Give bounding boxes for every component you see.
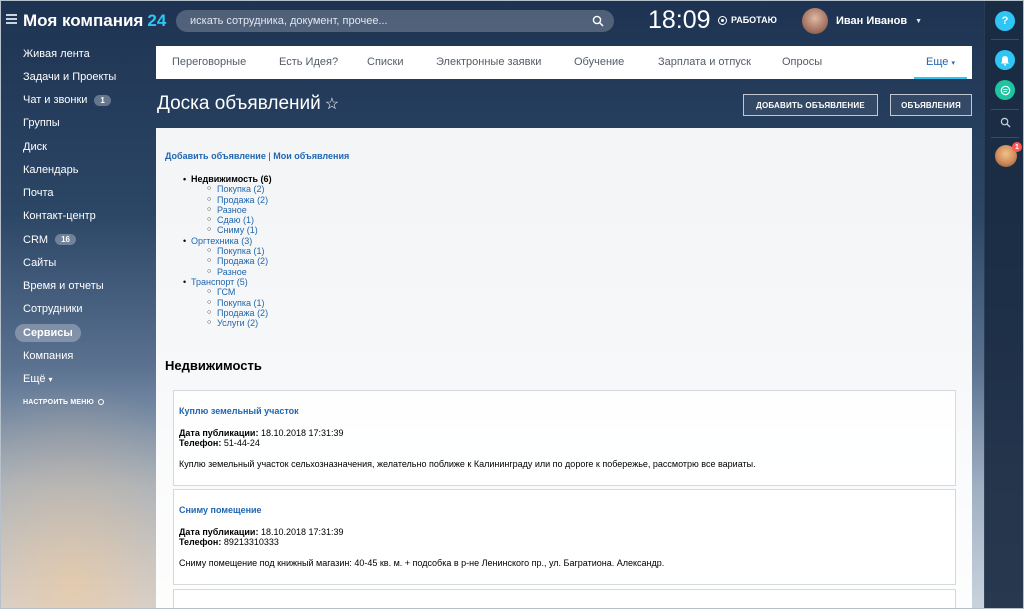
work-status[interactable]: РАБОТАЮ bbox=[718, 15, 777, 25]
chat-icon[interactable] bbox=[995, 80, 1015, 100]
ad-text: Куплю земельный участок сельхозназначени… bbox=[179, 459, 756, 469]
page-title: Доска объявлений ☆ bbox=[157, 93, 340, 114]
record-icon bbox=[718, 15, 727, 25]
link-separator: | bbox=[268, 151, 271, 161]
ad-date: Дата публикации: 18.10.2018 17:31:39 bbox=[179, 527, 344, 537]
ad-phone: Телефон: 89213310333 bbox=[179, 537, 279, 547]
ad-title-link[interactable]: Сниму помещение bbox=[179, 505, 262, 515]
subcategory-link[interactable]: Покупка (1) bbox=[191, 298, 272, 309]
contact-avatar[interactable]: 1 bbox=[995, 142, 1022, 167]
menu-item-groups[interactable]: Группы bbox=[0, 112, 150, 135]
top-nav: Переговорные Есть Идея? Списки Электронн… bbox=[156, 46, 972, 79]
avatar bbox=[802, 8, 828, 34]
subcategory-link[interactable]: Услуги (2) bbox=[191, 318, 272, 329]
menu-item-live-feed[interactable]: Живая лента bbox=[0, 42, 150, 65]
counter-badge: 16 bbox=[55, 234, 76, 246]
right-rail: ? 1 bbox=[984, 0, 1024, 609]
ad-card bbox=[173, 589, 956, 609]
subcategory-link[interactable]: Разное bbox=[191, 205, 272, 216]
ad-card: Сниму помещение Дата публикации: 18.10.2… bbox=[173, 489, 956, 585]
header: Моя компания24 18:09 РАБОТАЮ Иван Иванов… bbox=[0, 0, 984, 42]
help-icon[interactable]: ? bbox=[995, 11, 1015, 31]
tab-requests[interactable]: Электронные заявки bbox=[436, 56, 541, 68]
left-menu: Живая лента Задачи и Проекты Чат и звонк… bbox=[0, 42, 150, 406]
rail-divider bbox=[991, 109, 1019, 110]
category-tree: Недвижимость (6) Покупка (2) Продажа (2)… bbox=[191, 174, 272, 329]
menu-item-disk[interactable]: Диск bbox=[0, 135, 150, 158]
subcategory-link[interactable]: Сдаю (1) bbox=[191, 215, 272, 226]
chevron-down-icon: ▾ bbox=[48, 374, 53, 384]
company-name: Моя компания bbox=[23, 11, 144, 30]
menu-item-calendar[interactable]: Календарь bbox=[0, 158, 150, 181]
star-icon[interactable]: ☆ bbox=[325, 96, 339, 113]
ad-date: Дата публикации: 18.10.2018 17:31:39 bbox=[179, 428, 344, 438]
search-icon[interactable] bbox=[592, 15, 604, 27]
rail-divider bbox=[991, 137, 1019, 138]
menu-item-tasks[interactable]: Задачи и Проекты bbox=[0, 65, 150, 88]
ad-text: Сниму помещение под книжный магазин: 40-… bbox=[179, 558, 665, 568]
subcategory-link[interactable]: Разное bbox=[191, 267, 272, 278]
company-suffix: 24 bbox=[147, 11, 167, 30]
category-real-estate[interactable]: Недвижимость (6) bbox=[191, 174, 272, 184]
tab-training[interactable]: Обучение bbox=[574, 56, 624, 68]
add-ad-button[interactable]: ДОБАВИТЬ ОБЪЯВЛЕНИЕ bbox=[743, 94, 878, 116]
content-panel: Добавить объявление | Мои объявления Нед… bbox=[156, 128, 972, 609]
category-transport[interactable]: Транспорт (5) bbox=[191, 277, 272, 287]
menu-item-mail[interactable]: Почта bbox=[0, 182, 150, 205]
subcategory-link[interactable]: Покупка (2) bbox=[191, 184, 272, 195]
tab-salary-vacation[interactable]: Зарплата и отпуск bbox=[658, 56, 751, 68]
menu-item-chat[interactable]: Чат и звонки 1 bbox=[0, 89, 150, 112]
rail-divider bbox=[991, 39, 1019, 40]
tab-lists[interactable]: Списки bbox=[367, 56, 404, 68]
user-name: Иван Иванов bbox=[836, 15, 908, 27]
ad-phone: Телефон: 51-44-24 bbox=[179, 438, 260, 448]
category-office-equipment[interactable]: Оргтехника (3) bbox=[191, 236, 272, 246]
menu-item-services[interactable]: Сервисы bbox=[0, 321, 150, 344]
tab-ideas[interactable]: Есть Идея? bbox=[279, 56, 338, 68]
subcategory-link[interactable]: Покупка (1) bbox=[191, 246, 272, 257]
subcategory-link[interactable]: ГСМ bbox=[191, 287, 272, 298]
bell-icon[interactable] bbox=[995, 50, 1015, 70]
search-bar bbox=[176, 10, 614, 32]
tab-meeting-rooms[interactable]: Переговорные bbox=[172, 56, 246, 68]
search-icon[interactable] bbox=[995, 112, 1015, 132]
chevron-down-icon: ▾ bbox=[951, 60, 955, 67]
counter-badge: 1 bbox=[94, 94, 111, 106]
menu-burger-icon[interactable] bbox=[6, 14, 17, 24]
tab-polls[interactable]: Опросы bbox=[782, 56, 822, 68]
subcategory-link[interactable]: Продажа (2) bbox=[191, 195, 272, 206]
menu-item-more[interactable]: Ещё ▾ bbox=[0, 368, 150, 391]
menu-item-company[interactable]: Компания bbox=[0, 344, 150, 367]
ad-title-link[interactable]: Куплю земельный участок bbox=[179, 406, 299, 416]
settings-circle-icon bbox=[97, 399, 104, 406]
my-ads-link[interactable]: Мои объявления bbox=[273, 151, 349, 161]
clock-time[interactable]: 18:09 bbox=[648, 6, 711, 35]
company-logo[interactable]: Моя компания 24 bbox=[23, 11, 166, 31]
ad-card: Куплю земельный участок Дата публикации:… bbox=[173, 390, 956, 486]
action-links: Добавить объявление | Мои объявления bbox=[165, 151, 349, 161]
tab-more[interactable]: Еще ▾ bbox=[914, 56, 967, 79]
menu-item-employees[interactable]: Сотрудники bbox=[0, 298, 150, 321]
user-menu[interactable]: Иван Иванов ▼ bbox=[802, 8, 922, 34]
work-status-label: РАБОТАЮ bbox=[731, 15, 777, 25]
menu-item-time-reports[interactable]: Время и отчеты bbox=[0, 275, 150, 298]
section-title: Недвижимость bbox=[165, 358, 262, 373]
subcategory-link[interactable]: Продажа (2) bbox=[191, 308, 272, 319]
menu-item-contact-center[interactable]: Контакт-центр bbox=[0, 205, 150, 228]
menu-item-crm[interactable]: CRM 16 bbox=[0, 228, 150, 251]
add-ad-link[interactable]: Добавить объявление bbox=[165, 151, 266, 161]
chevron-down-icon: ▼ bbox=[915, 17, 923, 25]
subcategory-link[interactable]: Сниму (1) bbox=[191, 225, 272, 236]
notification-badge: 1 bbox=[1012, 142, 1022, 152]
subcategory-link[interactable]: Продажа (2) bbox=[191, 256, 272, 267]
search-input[interactable] bbox=[176, 10, 576, 32]
ads-button[interactable]: ОБЪЯВЛЕНИЯ bbox=[890, 94, 972, 116]
menu-item-sites[interactable]: Сайты bbox=[0, 251, 150, 274]
configure-menu-button[interactable]: НАСТРОИТЬ МЕНЮ bbox=[0, 399, 150, 406]
